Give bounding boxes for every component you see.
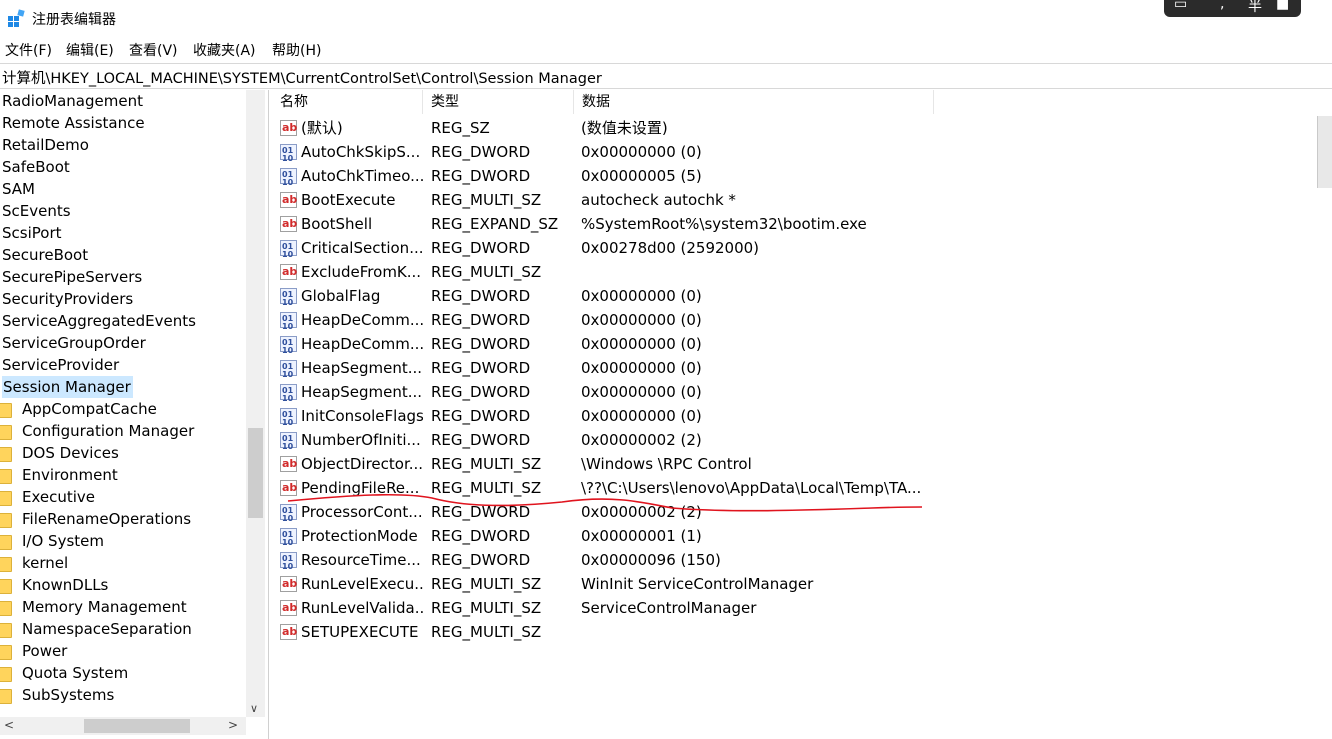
tree-item-label: DOS Devices [22,444,119,462]
value-type: REG_MULTI_SZ [431,599,542,617]
menu-bar: 文件(F) 编辑(E) 查看(V) 收藏夹(A) 帮助(H) [0,38,1332,60]
tree-item-label: FileRenameOperations [22,510,192,528]
folder-icon [0,689,12,704]
chevron-left-icon[interactable]: < [4,718,14,732]
folder-icon [0,447,12,462]
red-underline-annotation [287,493,923,512]
tree-item-label: ServiceGroupOrder [2,334,146,352]
folder-icon [0,667,12,682]
string-value-icon [280,572,297,596]
tree-item-label: KnownDLLs [22,576,109,594]
value-row[interactable]: SETUPEXECUTE REG_MULTI_SZ [272,620,1272,644]
tree-item-label: Configuration Manager [22,422,195,440]
tree-item-label: SAM [2,180,36,198]
registry-editor-icon [8,9,25,27]
tree-item-label: Environment [22,466,118,484]
value-data: 0x00000096 (150) [581,551,721,569]
chevron-right-icon[interactable]: > [228,718,238,732]
binary-value-icon [280,547,297,579]
tree-item-label: ServiceAggregatedEvents [2,312,196,330]
folder-icon [0,601,12,616]
value-data: ServiceControlManager [581,599,757,617]
tree-item-label: ServiceProvider [2,356,120,374]
tree-item-label: Remote Assistance [2,114,145,132]
toolbar-glyph-icon[interactable]: 半 [1248,0,1262,16]
value-row[interactable]: RunLevelValida... REG_MULTI_SZ ServiceCont… [272,596,1272,620]
folder-icon [0,469,12,484]
value-row[interactable]: RunLevelExecu... REG_MULTI_SZ WinInit Serv… [272,572,1272,596]
tree-item-label: SafeBoot [2,158,70,176]
chevron-down-icon[interactable]: ∨ [250,702,258,715]
values-pane[interactable]: 名称 类型 数据 (默认)REG_SZ(数值未设置)AutoChkSkipS..… [272,90,1332,739]
toolbar-glyph-icon[interactable]: ■ [1276,0,1289,12]
value-name: RunLevelExecu... [301,575,423,593]
folder-icon [0,491,12,506]
address-bar[interactable]: 计算机\HKEY_LOCAL_MACHINE\SYSTEM\CurrentCon… [0,63,1332,89]
window-title: 注册表编辑器 [32,12,116,28]
tree-item-label: Executive [22,488,96,506]
folder-icon [0,623,12,638]
folder-icon [0,579,12,594]
folder-icon [0,425,12,440]
tree-item-label: kernel [22,554,69,572]
tree-item-label: SecurePipeServers [2,268,143,286]
menu-edit[interactable]: 编辑(E) [66,40,114,60]
value-row[interactable]: ResourceTime... REG_DWORD 0x00000096 (150) [272,547,1272,579]
folder-icon [0,513,12,528]
tree-item-label: ScEvents [2,202,71,220]
tree-horizontal-scrollbar[interactable]: < > [0,717,246,735]
string-value-icon [280,620,297,644]
toolbar-glyph-icon[interactable]: , [1220,0,1224,12]
tree-item-label: RetailDemo [2,136,89,154]
value-name: RunLevelValida... [301,599,423,617]
floating-toolbar[interactable]: ▭ , 半 ■ [1164,0,1301,17]
tree-item-label: AppCompatCache [22,400,157,418]
tree-vscroll-thumb[interactable] [248,428,263,518]
menu-file[interactable]: 文件(F) [5,40,52,60]
tree-item-label: Power [22,642,68,660]
value-type: REG_MULTI_SZ [431,575,542,593]
tree-vertical-scrollbar[interactable]: ∨ [246,90,265,717]
tree-item-label: SecurityProviders [2,290,134,308]
address-path[interactable]: 计算机\HKEY_LOCAL_MACHINE\SYSTEM\CurrentCon… [2,67,602,88]
folder-icon [0,535,12,550]
tree-item-label: NamespaceSeparation [22,620,192,638]
string-value-icon [280,596,297,620]
folder-icon [0,557,12,572]
tree-item-label: SecureBoot [2,246,89,264]
side-panel-scroll-indicator[interactable] [1317,116,1332,188]
tree-hscroll-thumb[interactable] [84,719,190,733]
menu-favorites[interactable]: 收藏夹(A) [193,40,256,60]
tree-item-label: Quota System [22,664,129,682]
title-bar: 注册表编辑器 ▭ , 半 ■ [0,0,1332,36]
tree-item-label: Session Manager [2,376,133,398]
menu-view[interactable]: 查看(V) [129,40,178,60]
key-tree-pane[interactable]: RadioManagement Remote Assistance RetailDe… [0,90,269,739]
tree-item-label: RadioManagement [2,92,143,110]
value-type: REG_DWORD [431,551,531,569]
tree-item-label: ScsiPort [2,224,62,242]
tree-item-label: SubSystems [22,686,115,704]
tree-item-label: I/O System [22,532,104,550]
value-data: WinInit ServiceControlManager [581,575,814,593]
toolbar-glyph-icon[interactable]: ▭ [1174,0,1187,12]
value-name: ResourceTime... [301,551,421,569]
menu-help[interactable]: 帮助(H) [272,40,321,60]
value-type: REG_MULTI_SZ [431,623,542,641]
tree-item-label: Memory Management [22,598,187,616]
folder-icon [0,645,12,660]
value-name: SETUPEXECUTE [301,623,419,641]
folder-icon [0,403,12,418]
